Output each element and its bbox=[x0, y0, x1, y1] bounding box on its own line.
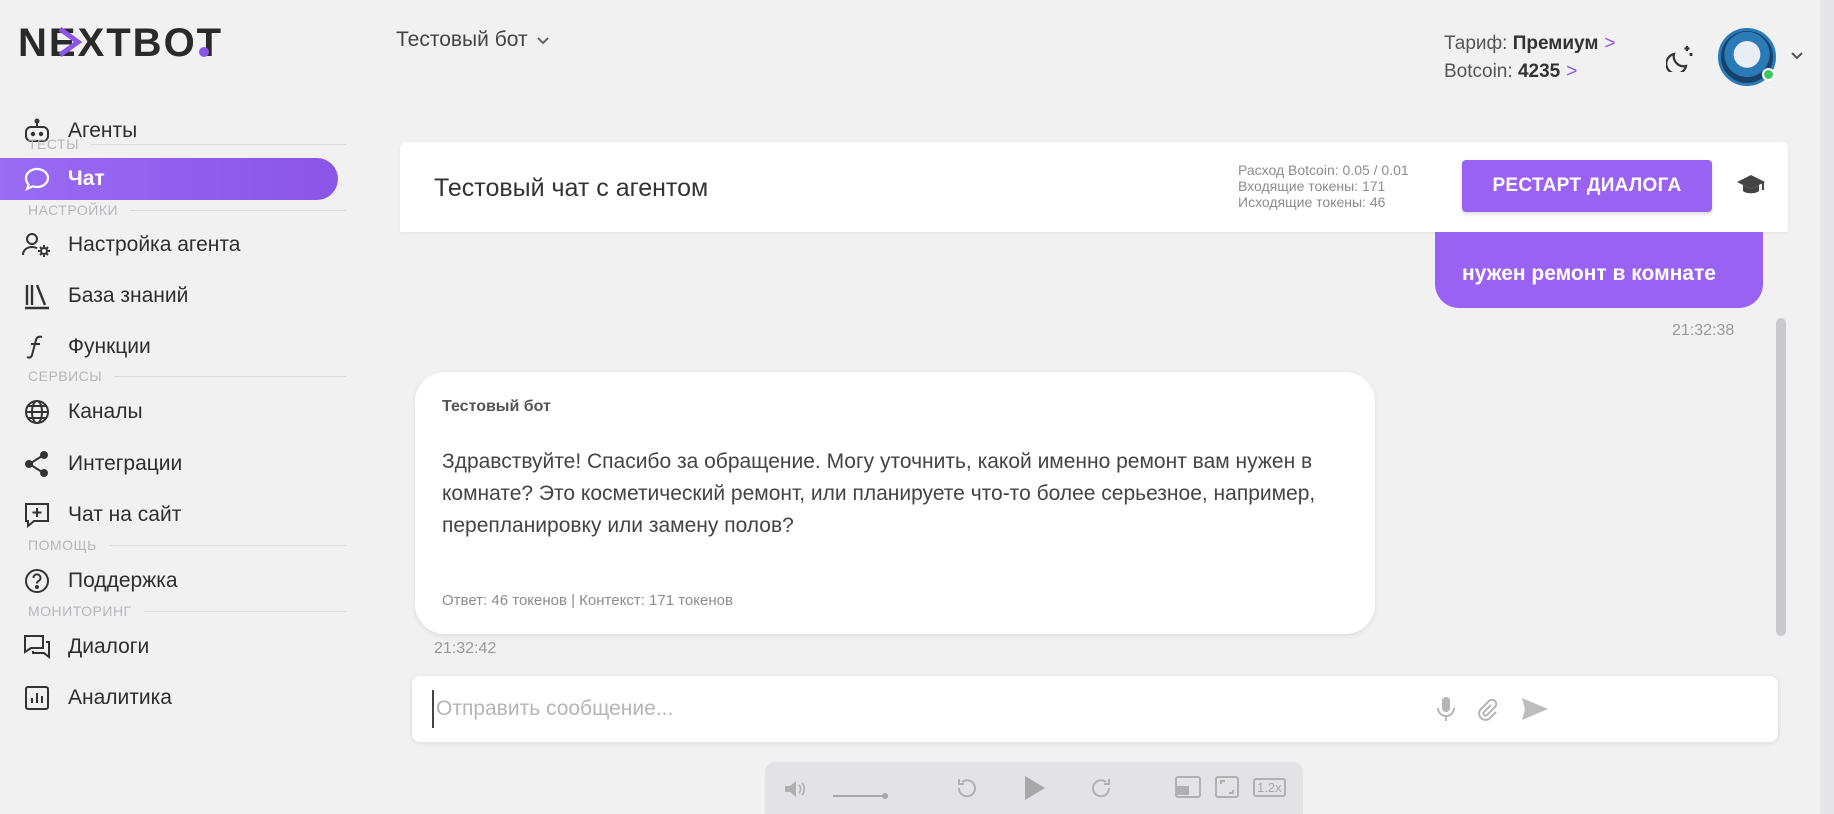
window-scrollbar-track[interactable] bbox=[1820, 0, 1834, 814]
stats-incoming: Входящие токены: 171 bbox=[1238, 178, 1386, 194]
bot-message-text: Здравствуйте! Спасибо за обращение. Могу… bbox=[442, 450, 1316, 537]
chat-plus-icon bbox=[22, 500, 52, 530]
function-icon bbox=[22, 332, 52, 362]
sidebar-item-label: Каналы bbox=[68, 400, 143, 423]
botcoin-value: 4235 bbox=[1517, 61, 1561, 82]
tariff-label: Тариф: bbox=[1444, 33, 1508, 54]
forward-icon[interactable] bbox=[1089, 776, 1113, 805]
bot-selector[interactable]: Тестовый бот bbox=[396, 28, 550, 52]
chat-bubble-icon bbox=[22, 164, 52, 194]
bot-message-author: Тестовый бот bbox=[442, 398, 551, 415]
microphone-icon[interactable] bbox=[1436, 696, 1456, 727]
sidebar-item-channels[interactable]: Каналы bbox=[0, 391, 340, 433]
message-timestamp: 21:32:38 bbox=[1672, 322, 1735, 339]
dialogs-icon bbox=[22, 632, 52, 662]
tariff-value: Премиум bbox=[1512, 33, 1599, 54]
sidebar-item-analytics[interactable]: Аналитика bbox=[0, 677, 340, 719]
send-icon[interactable] bbox=[1520, 696, 1550, 727]
sidebar-item-label: Поддержка bbox=[68, 569, 178, 592]
token-stats: Расход Botcoin: 0.05 / 0.01 Входящие ток… bbox=[1238, 162, 1409, 210]
message-input[interactable] bbox=[432, 690, 1572, 728]
sidebar-item-integrations[interactable]: Интеграции bbox=[0, 443, 340, 485]
section-tests: ТЕСТЫ bbox=[28, 136, 346, 152]
question-circle-icon bbox=[22, 566, 52, 596]
message-list: нужен ремонт в комнате 21:32:38 Тестовый… bbox=[400, 232, 1788, 662]
bot-message-meta: Ответ: 46 токенов | Контекст: 171 токено… bbox=[442, 592, 733, 609]
botcoin-label: Botcoin: bbox=[1444, 61, 1513, 82]
stats-outgoing: Исходящие токены: 46 bbox=[1238, 194, 1386, 210]
chevron-down-icon bbox=[536, 28, 550, 52]
user-gear-icon bbox=[22, 230, 52, 260]
fullscreen-icon[interactable] bbox=[1215, 776, 1239, 803]
chat-scrollbar[interactable] bbox=[1776, 318, 1786, 636]
play-icon[interactable] bbox=[1023, 774, 1047, 807]
moon-stars-icon[interactable] bbox=[1665, 42, 1696, 77]
bot-selector-label: Тестовый бот bbox=[396, 28, 528, 51]
sidebar: NEXTBOT Агенты ТЕСТЫ Чат НАСТРОЙКИ Настр… bbox=[0, 0, 360, 814]
section-services: СЕРВИСЫ bbox=[28, 368, 346, 384]
sidebar-item-label: Чат bbox=[68, 167, 105, 190]
sidebar-item-site-chat[interactable]: Чат на сайт bbox=[0, 494, 340, 536]
message-composer bbox=[412, 676, 1778, 742]
sidebar-item-support[interactable]: Поддержка bbox=[0, 560, 340, 602]
bar-chart-icon bbox=[22, 683, 52, 713]
share-icon bbox=[22, 449, 52, 479]
rewind-icon[interactable] bbox=[955, 776, 979, 805]
stats-cost: Расход Botcoin: 0.05 / 0.01 bbox=[1238, 162, 1409, 178]
globe-icon bbox=[22, 397, 52, 427]
logo-text: NEXTBOT bbox=[18, 22, 223, 62]
botcoin-link[interactable]: Botcoin: 4235 > bbox=[1444, 58, 1616, 86]
sidebar-item-knowledge-base[interactable]: База знаний bbox=[0, 275, 340, 317]
picture-in-picture-icon[interactable] bbox=[1175, 776, 1201, 803]
books-icon bbox=[22, 281, 52, 311]
video-player-controls: 1.2x bbox=[765, 762, 1303, 814]
section-settings: НАСТРОЙКИ bbox=[28, 202, 346, 218]
message-timestamp: 21:32:42 bbox=[434, 640, 497, 657]
sidebar-item-label: Интеграции bbox=[68, 452, 183, 475]
volume-slider[interactable] bbox=[833, 786, 889, 804]
playback-speed[interactable]: 1.2x bbox=[1253, 778, 1286, 797]
user-message-text: нужен ремонт в комнате bbox=[1462, 262, 1716, 285]
tariff-link[interactable]: Тариф: Премиум > bbox=[1444, 30, 1616, 58]
chevron-right-icon: > bbox=[1604, 33, 1616, 54]
chevron-down-icon[interactable] bbox=[1790, 48, 1804, 66]
sidebar-item-label: Чат на сайт bbox=[68, 503, 182, 526]
chat-panel-header: Тестовый чат с агентом Расход Botcoin: 0… bbox=[400, 142, 1788, 232]
section-help: ПОМОЩЬ bbox=[28, 537, 346, 553]
sidebar-item-label: База знаний bbox=[68, 284, 189, 307]
graduation-cap-icon[interactable] bbox=[1736, 172, 1766, 203]
sidebar-item-label: Настройка агента bbox=[68, 233, 241, 256]
sidebar-item-agent-settings[interactable]: Настройка агента bbox=[0, 224, 340, 266]
sidebar-item-dialogs[interactable]: Диалоги bbox=[0, 626, 340, 668]
user-message-bubble: нужен ремонт в комнате bbox=[1435, 232, 1763, 308]
chevron-right-icon: > bbox=[1566, 61, 1578, 82]
page-title: Тестовый чат с агентом bbox=[434, 174, 709, 202]
online-status-indicator bbox=[1762, 68, 1775, 81]
volume-icon[interactable] bbox=[783, 780, 809, 803]
sidebar-item-label: Диалоги bbox=[68, 635, 150, 658]
user-avatar[interactable] bbox=[1718, 28, 1776, 86]
sidebar-item-label: Аналитика bbox=[68, 686, 172, 709]
account-info: Тариф: Премиум > Botcoin: 4235 > bbox=[1444, 30, 1616, 86]
sidebar-item-label: Функции bbox=[68, 335, 151, 358]
paperclip-icon[interactable] bbox=[1474, 696, 1500, 727]
section-monitoring: МОНИТОРИНГ bbox=[28, 603, 346, 619]
nextbot-logo[interactable]: NEXTBOT bbox=[18, 21, 246, 67]
sidebar-item-functions[interactable]: Функции bbox=[0, 326, 340, 368]
restart-dialog-button[interactable]: РЕСТАРТ ДИАЛОГА bbox=[1462, 160, 1712, 212]
sidebar-item-chat[interactable]: Чат bbox=[0, 158, 338, 200]
